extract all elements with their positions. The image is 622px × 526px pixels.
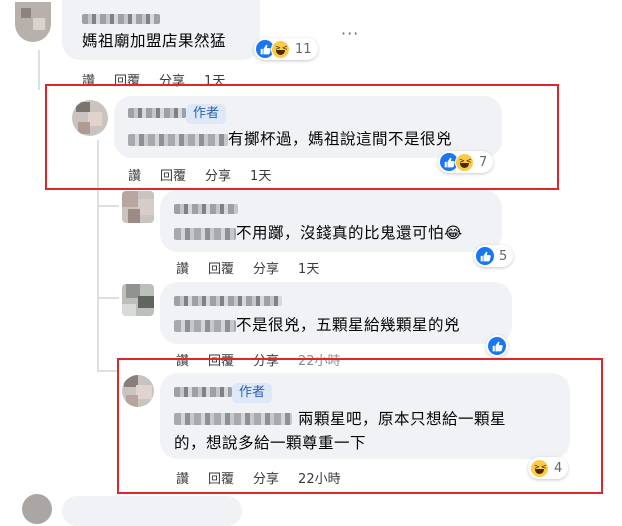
redacted-text — [128, 134, 228, 146]
avatar[interactable] — [72, 100, 108, 136]
like-icon — [488, 337, 506, 355]
reactions-summary[interactable]: >< 4 — [528, 457, 569, 479]
avatar[interactable] — [122, 191, 154, 223]
comment-text: 媽祖廟加盟店果然猛 — [82, 32, 227, 50]
like-button[interactable]: 讚 — [176, 258, 189, 277]
timestamp[interactable]: 22小時 — [298, 468, 341, 487]
reply-button[interactable]: 回覆 — [208, 468, 234, 487]
comment-actions: 讚回覆 分享 22小時 — [176, 468, 360, 487]
redacted-text — [174, 320, 236, 332]
author-name[interactable] — [174, 204, 238, 214]
comment-text-line1: 兩顆星吧，原本只想給一顆星 — [298, 410, 507, 428]
reaction-count: 7 — [479, 154, 488, 170]
reactions-summary[interactable]: >< 11 — [254, 38, 318, 60]
comment-bubble: 不用躑，沒錢真的比鬼還可怕😂 — [160, 190, 502, 252]
timestamp[interactable]: 1天 — [298, 258, 319, 277]
like-button[interactable]: 讚 — [176, 468, 189, 487]
comment-actions: 讚回覆 分享 1天 — [128, 165, 290, 184]
author-name[interactable] — [174, 387, 232, 397]
comment-bubble — [62, 496, 242, 526]
share-button[interactable]: 分享 — [253, 258, 279, 277]
author-name[interactable] — [82, 14, 160, 24]
comment-bubble: 不是很兇，五顆星給幾顆星的兇 — [160, 282, 512, 344]
haha-icon: >< — [271, 39, 290, 59]
comment-text: 有擲杯過，媽祖說這間不是很兇 — [228, 130, 453, 148]
thread-line — [97, 297, 119, 299]
avatar[interactable] — [122, 375, 154, 407]
avatar[interactable] — [15, 2, 51, 42]
comment-text-body: 不用躑，沒錢真的比鬼還可怕 — [236, 224, 445, 242]
thread-line — [97, 205, 119, 207]
comment-bubble: 媽祖廟加盟店果然猛 — [62, 0, 260, 60]
like-button[interactable]: 讚 — [128, 165, 141, 184]
reaction-count: 5 — [499, 248, 508, 264]
more-options-icon[interactable]: ··· — [341, 24, 359, 43]
reaction-count: 4 — [554, 460, 563, 476]
avatar[interactable] — [22, 494, 52, 524]
comment-text: 不是很兇，五顆星給幾顆星的兇 — [236, 316, 461, 334]
reaction-count: 11 — [295, 41, 312, 57]
author-name[interactable] — [128, 108, 186, 118]
comment-text-line2: 的，想說多給一顆尊重一下 — [174, 434, 367, 452]
share-button[interactable]: 分享 — [253, 468, 279, 487]
thread-line — [97, 370, 119, 372]
haha-icon: >< — [455, 152, 474, 172]
author-badge: 作者 — [186, 104, 227, 124]
author-name[interactable] — [174, 296, 282, 306]
comment-bubble: 作者 有擲杯過，媽祖說這間不是很兇 — [114, 96, 502, 158]
comment-actions: 讚回覆 分享 1天 — [176, 258, 338, 277]
laughing-emoji: 😂 — [444, 224, 463, 242]
comment-text: 不用躑，沒錢真的比鬼還可怕😂 — [236, 222, 463, 244]
avatar[interactable] — [122, 284, 154, 316]
thread-line — [38, 50, 40, 90]
redacted-text — [174, 228, 236, 240]
redacted-text — [174, 413, 292, 425]
author-badge: 作者 — [232, 383, 273, 403]
reactions-summary[interactable]: >< 7 — [438, 151, 494, 173]
timestamp[interactable]: 1天 — [250, 165, 271, 184]
reply-button[interactable]: 回覆 — [160, 165, 186, 184]
reactions-summary[interactable]: 5 — [474, 245, 514, 267]
share-button[interactable]: 分享 — [205, 165, 231, 184]
comment-bubble: 作者 兩顆星吧，原本只想給一顆星 的，想說多給一顆尊重一下 — [160, 373, 570, 459]
reply-button[interactable]: 回覆 — [208, 258, 234, 277]
like-icon — [476, 247, 494, 265]
reactions-summary[interactable] — [486, 335, 508, 357]
haha-icon: >< — [530, 458, 549, 478]
